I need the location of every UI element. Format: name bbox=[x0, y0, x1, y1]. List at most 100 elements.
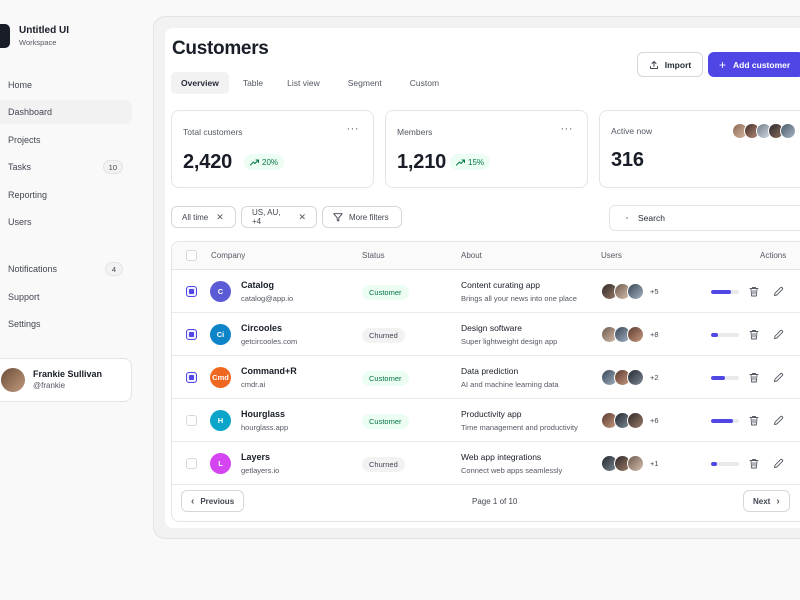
edit-icon[interactable] bbox=[773, 284, 784, 302]
import-button[interactable]: Import bbox=[637, 52, 703, 77]
sidebar-item-label: Reporting bbox=[8, 190, 48, 200]
company-domain: hourglass.app bbox=[241, 423, 289, 432]
company-logo: L bbox=[210, 453, 231, 474]
row-checkbox[interactable] bbox=[186, 372, 197, 383]
add-customer-label: Add customer bbox=[733, 59, 791, 70]
table-row[interactable]: L Layers getlayers.io Churned Web app integr… bbox=[172, 442, 800, 485]
about-subtitle: Super lightweight design app bbox=[461, 337, 558, 346]
brand[interactable]: Untitled UI Workspace bbox=[0, 24, 69, 48]
pagination: ‹ Previous Page 1 of 10 Next › bbox=[172, 483, 800, 521]
user-profile-card[interactable]: Frankie Sullivan @frankie bbox=[0, 358, 132, 402]
edit-icon[interactable] bbox=[773, 456, 784, 474]
table-row[interactable]: Cmd Command+R cmdr.ai Customer Data predicti… bbox=[172, 356, 800, 399]
filter-icon bbox=[333, 212, 343, 222]
search-placeholder: Search bbox=[638, 213, 665, 223]
select-all-checkbox[interactable] bbox=[186, 250, 197, 261]
more-filters-button[interactable]: More filters bbox=[322, 206, 402, 228]
filter-chip-region[interactable]: US, AU, +4 ✕ bbox=[241, 206, 317, 228]
sidebar-item-notifications[interactable]: Notifications 4 bbox=[0, 257, 132, 281]
sidebar-item-users[interactable]: Users bbox=[0, 210, 132, 234]
trend-badge: 15% bbox=[450, 154, 491, 170]
edit-icon[interactable] bbox=[773, 370, 784, 388]
company-name: Command+R bbox=[241, 366, 297, 376]
status-badge: Customer bbox=[362, 414, 409, 429]
company-domain: getcircooles.com bbox=[241, 337, 298, 346]
chevron-right-icon: › bbox=[776, 495, 780, 507]
sidebar-item-tasks[interactable]: Tasks 10 bbox=[0, 155, 132, 179]
progress-bar bbox=[711, 419, 739, 423]
more-menu-icon[interactable]: ··· bbox=[561, 123, 574, 135]
more-users-count: +2 bbox=[650, 373, 659, 382]
more-users-count: +1 bbox=[650, 459, 659, 468]
sidebar-item-home[interactable]: Home bbox=[0, 73, 132, 97]
progress-fill bbox=[711, 290, 731, 294]
tasks-count-badge: 10 bbox=[102, 160, 123, 174]
column-header-company[interactable]: Company bbox=[211, 251, 245, 260]
tab-segment[interactable]: Segment bbox=[338, 72, 392, 94]
about-title: Design software bbox=[461, 323, 522, 333]
view-tabs: Overview Table List view Segment Custom bbox=[171, 72, 453, 94]
progress-bar bbox=[711, 333, 739, 337]
sidebar-item-label: Home bbox=[8, 80, 33, 90]
filter-chip-time[interactable]: All time ✕ bbox=[171, 206, 236, 228]
sidebar-item-settings[interactable]: Settings bbox=[0, 312, 132, 336]
more-users-count: +8 bbox=[650, 330, 659, 339]
company-name: Circooles bbox=[241, 323, 283, 333]
avatar bbox=[627, 369, 644, 386]
trash-icon[interactable] bbox=[749, 456, 759, 474]
trash-icon[interactable] bbox=[749, 284, 759, 302]
edit-icon[interactable] bbox=[773, 413, 784, 431]
column-header-status[interactable]: Status bbox=[362, 251, 385, 260]
sidebar-item-label: Settings bbox=[8, 319, 41, 329]
brand-logo bbox=[0, 24, 10, 48]
tab-overview[interactable]: Overview bbox=[171, 72, 229, 94]
column-header-users[interactable]: Users bbox=[601, 251, 622, 260]
table-row[interactable]: C Catalog catalog@app.io Customer Content cu… bbox=[172, 270, 800, 313]
search-input[interactable]: Search bbox=[609, 205, 800, 231]
about-subtitle: Brings all your news into one place bbox=[461, 294, 577, 303]
add-customer-button[interactable]: + Add customer bbox=[708, 52, 800, 77]
status-badge: Churned bbox=[362, 457, 405, 472]
filter-chip-label: All time bbox=[182, 212, 209, 222]
next-page-button[interactable]: Next › bbox=[743, 490, 790, 512]
trend-badge: 20% bbox=[244, 154, 285, 170]
trash-icon[interactable] bbox=[749, 413, 759, 431]
trash-icon[interactable] bbox=[749, 370, 759, 388]
trend-up-icon bbox=[456, 159, 465, 165]
row-checkbox[interactable] bbox=[186, 415, 197, 426]
stat-value: 2,420 bbox=[183, 151, 233, 173]
close-icon[interactable]: ✕ bbox=[216, 212, 224, 223]
close-icon[interactable]: ✕ bbox=[298, 212, 306, 223]
trend-value: 15% bbox=[468, 157, 485, 167]
column-header-about[interactable]: About bbox=[461, 251, 482, 260]
table-row[interactable]: H Hourglass hourglass.app Customer Productiv… bbox=[172, 399, 800, 442]
avatar bbox=[627, 412, 644, 429]
about-subtitle: Time management and productivity bbox=[461, 423, 578, 432]
sidebar-item-projects[interactable]: Projects bbox=[0, 128, 132, 152]
row-checkbox[interactable] bbox=[186, 329, 197, 340]
sidebar-item-dashboard[interactable]: Dashboard bbox=[0, 100, 132, 124]
tab-list-view[interactable]: List view bbox=[277, 72, 330, 94]
tab-custom[interactable]: Custom bbox=[400, 72, 449, 94]
tab-table[interactable]: Table bbox=[233, 72, 273, 94]
trash-icon[interactable] bbox=[749, 327, 759, 345]
previous-label: Previous bbox=[200, 496, 235, 506]
sidebar-item-reporting[interactable]: Reporting bbox=[0, 183, 132, 207]
sidebar-item-support[interactable]: Support bbox=[0, 285, 132, 309]
edit-icon[interactable] bbox=[773, 327, 784, 345]
import-label: Import bbox=[664, 59, 692, 70]
more-menu-icon[interactable]: ··· bbox=[347, 123, 360, 135]
sidebar-item-label: Users bbox=[8, 217, 32, 227]
table-row[interactable]: Ci Circooles getcircooles.com Churned Design… bbox=[172, 313, 800, 356]
sidebar-item-label: Notifications bbox=[8, 264, 58, 274]
user-avatar-group: +8 bbox=[601, 326, 659, 343]
page-indicator: Page 1 of 10 bbox=[472, 497, 518, 506]
sidebar-item-label: Projects bbox=[8, 135, 41, 145]
progress-bar bbox=[711, 462, 739, 466]
company-logo: Ci bbox=[210, 324, 231, 345]
avatar bbox=[627, 283, 644, 300]
row-checkbox[interactable] bbox=[186, 458, 197, 469]
progress-bar bbox=[711, 290, 739, 294]
previous-page-button[interactable]: ‹ Previous bbox=[181, 490, 245, 512]
row-checkbox[interactable] bbox=[186, 286, 197, 297]
